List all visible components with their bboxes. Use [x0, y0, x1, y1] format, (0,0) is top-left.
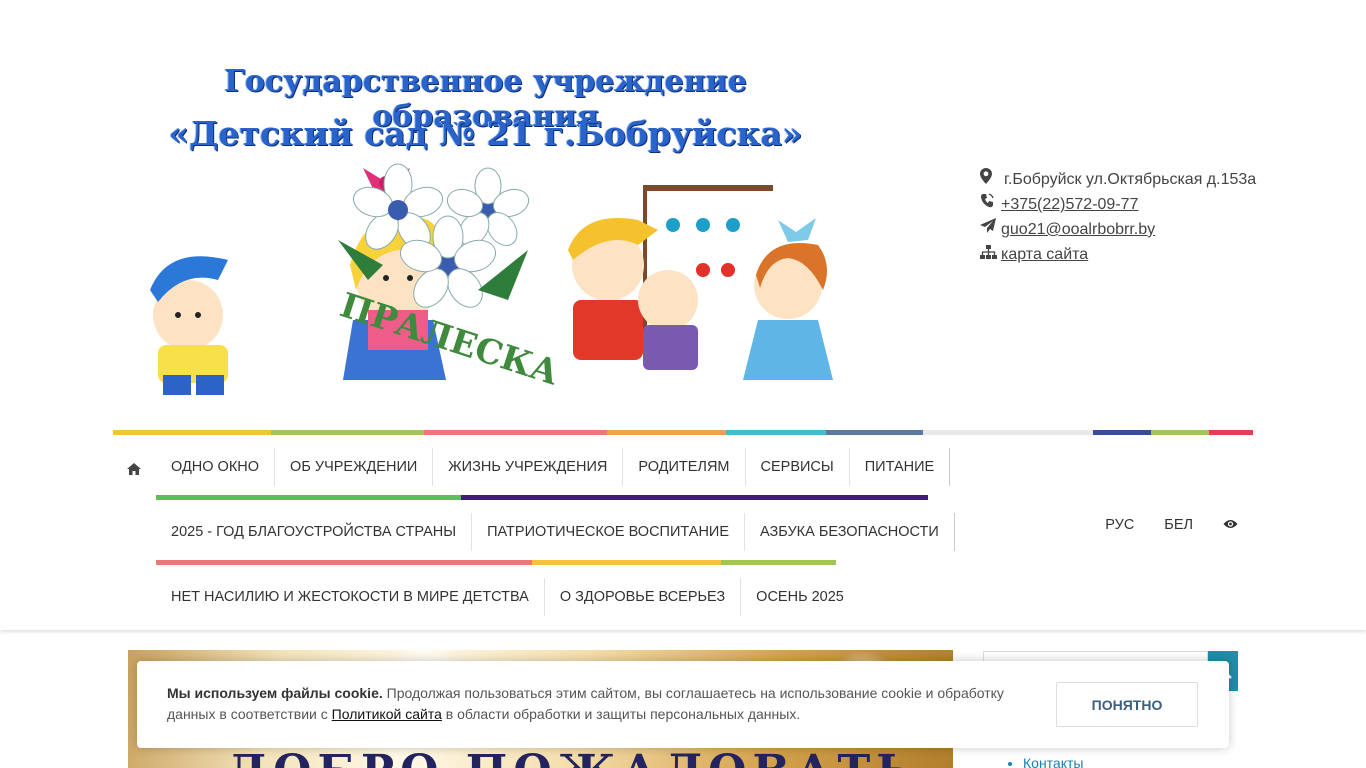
banner-text: ДОБРО ПОЖАЛОВАТЬ [228, 746, 919, 768]
nav-item-health[interactable]: О ЗДОРОВЬЕ ВСЕРЬЕЗ [545, 578, 742, 616]
site-header: Государственное учреждение образования «… [0, 0, 1366, 430]
nav-underline-4 [532, 560, 721, 565]
nav-item-autumn[interactable]: ОСЕНЬ 2025 [741, 578, 859, 616]
main-navigation: ОДНО ОКНО ОБ УЧРЕЖДЕНИИ ЖИЗНЬ УЧРЕЖДЕНИЯ… [0, 435, 1366, 630]
cookie-text-2: в области обработки и защиты персональны… [441, 706, 801, 722]
address-row: г.Бобруйск ул.Октябрьская д.153а [980, 167, 1256, 192]
nav-item-about[interactable]: ОБ УЧРЕЖДЕНИИ [275, 448, 434, 486]
phone-link[interactable]: +375(22)572-09-77 [1001, 192, 1138, 217]
email-link[interactable]: guo21@ooalrbobrr.by [1001, 217, 1155, 242]
nav-item-patriotic[interactable]: ПАТРИОТИЧЕСКОЕ ВОСПИТАНИЕ [472, 513, 746, 551]
nav-underline-5 [721, 560, 836, 565]
nav-item-services[interactable]: СЕРВИСЫ [746, 448, 850, 486]
nav-item-life[interactable]: ЖИЗНЬ УЧРЕЖДЕНИЯ [433, 448, 624, 486]
cookie-text: Мы используем файлы cookie. Продолжая по… [167, 683, 1027, 725]
email-row: guo21@ooalrbobrr.by [980, 217, 1256, 242]
sidebar-list: Контакты [1005, 755, 1083, 768]
sitemap-icon [980, 242, 998, 267]
nav-item-year-2025[interactable]: 2025 - ГОД БЛАГОУСТРОЙСТВА СТРАНЫ [156, 513, 473, 551]
sidebar-item-contacts[interactable]: Контакты [1023, 755, 1083, 768]
site-logo[interactable]: Государственное учреждение образования «… [128, 50, 848, 400]
eye-icon[interactable] [1208, 517, 1253, 533]
nav-row-2: 2025 - ГОД БЛАГОУСТРОЙСТВА СТРАНЫ ПАТРИО… [156, 502, 955, 562]
sitemap-link[interactable]: карта сайта [1001, 242, 1088, 267]
logo-illustration: ПРАЛЕСКА [150, 163, 833, 395]
policy-link[interactable]: Политикой сайта [332, 706, 442, 722]
lang-be-button[interactable]: БЕЛ [1149, 517, 1208, 533]
lang-ru-button[interactable]: РУС [1090, 517, 1149, 533]
nav-row-1: ОДНО ОКНО ОБ УЧРЕЖДЕНИИ ЖИЗНЬ УЧРЕЖДЕНИЯ… [156, 437, 951, 497]
nav-underline-3 [156, 560, 532, 565]
nav-item-parents[interactable]: РОДИТЕЛЯМ [623, 448, 746, 486]
nav-row-3: НЕТ НАСИЛИЮ И ЖЕСТОКОСТИ В МИРЕ ДЕТСТВА … [156, 567, 859, 627]
nav-item-one-window[interactable]: ОДНО ОКНО [156, 448, 276, 486]
nav-item-safety[interactable]: АЗБУКА БЕЗОПАСНОСТИ [745, 513, 955, 551]
nav-item-no-violence[interactable]: НЕТ НАСИЛИЮ И ЖЕСТОКОСТИ В МИРЕ ДЕТСТВА [156, 578, 545, 616]
paper-plane-icon [980, 217, 998, 242]
phone-icon [980, 192, 998, 217]
sitemap-row: карта сайта [980, 242, 1256, 267]
cookie-accept-button[interactable]: ПОНЯТНО [1056, 682, 1198, 727]
home-icon[interactable] [127, 462, 141, 476]
address-text: г.Бобруйск ул.Октябрьская д.153а [1004, 171, 1257, 188]
map-marker-icon [980, 167, 998, 192]
nav-underline-1 [156, 495, 461, 500]
cookie-notice: Мы используем файлы cookie. Продолжая по… [137, 661, 1229, 748]
language-switcher: РУС БЕЛ [1090, 517, 1253, 533]
phone-row: +375(22)572-09-77 [980, 192, 1256, 217]
nav-item-nutrition[interactable]: ПИТАНИЕ [850, 448, 951, 486]
contacts-block: г.Бобруйск ул.Октябрьская д.153а +375(22… [980, 167, 1256, 267]
cookie-bold: Мы используем файлы cookie. [167, 685, 383, 701]
nav-underline-2 [461, 495, 928, 500]
